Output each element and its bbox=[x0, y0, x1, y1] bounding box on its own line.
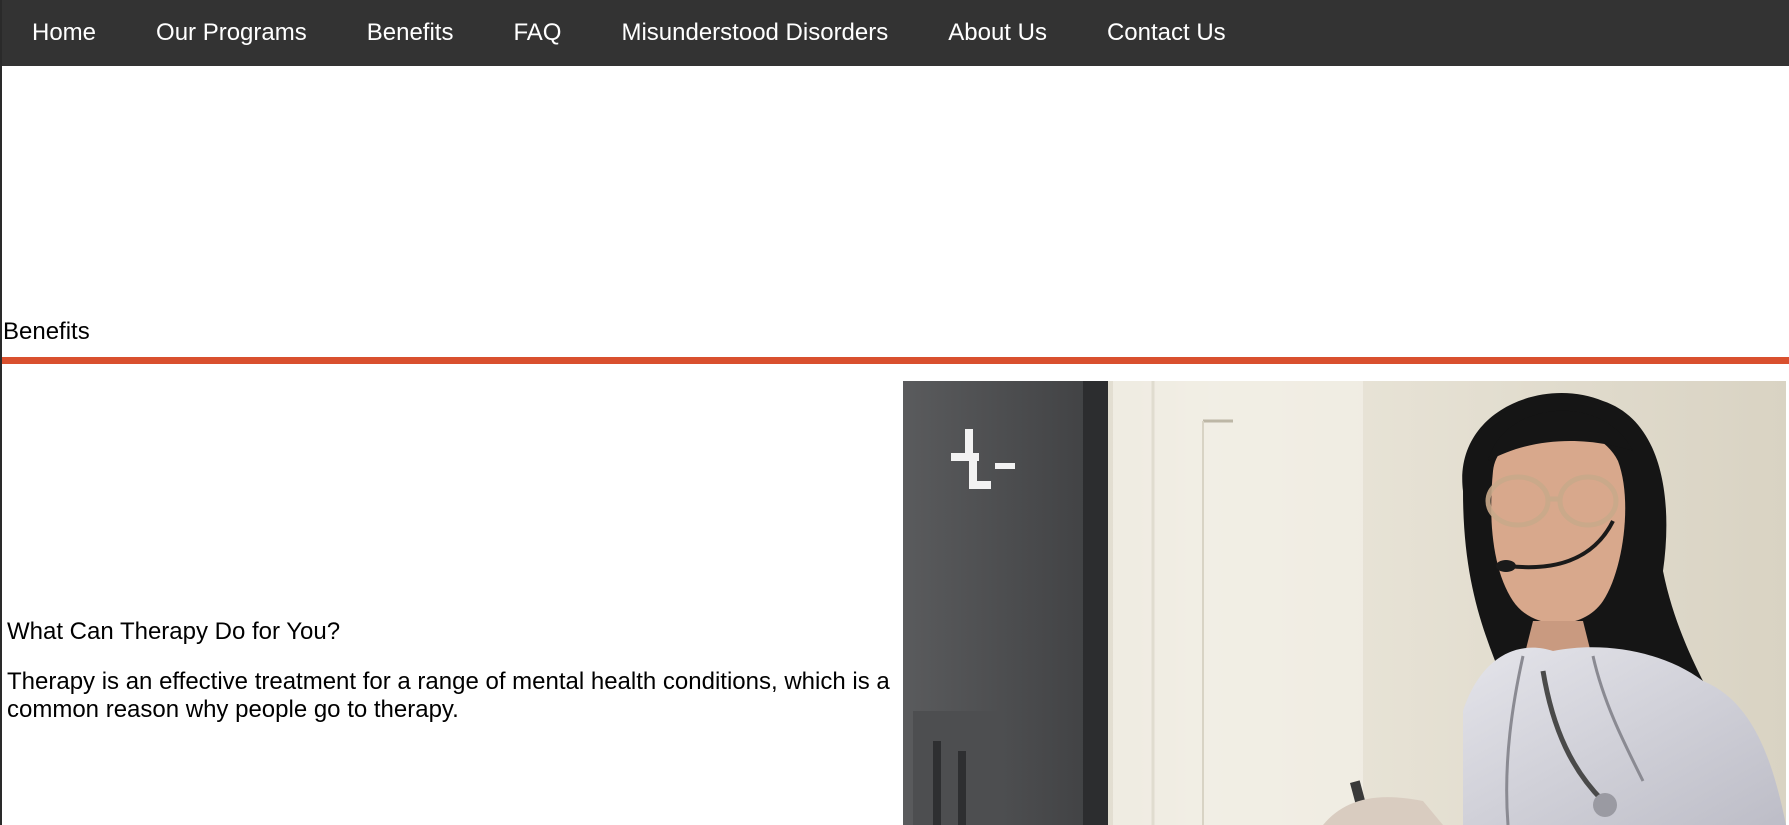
doctor-with-headset-photo bbox=[903, 381, 1786, 825]
main-navigation: Home Our Programs Benefits FAQ Misunders… bbox=[2, 0, 1789, 66]
section-divider bbox=[2, 357, 1789, 364]
nav-link-our-programs[interactable]: Our Programs bbox=[156, 19, 307, 47]
nav-link-benefits[interactable]: Benefits bbox=[367, 19, 454, 47]
content-text-block: What Can Therapy Do for You? Therapy is … bbox=[7, 618, 897, 724]
nav-link-faq[interactable]: FAQ bbox=[513, 19, 561, 47]
nav-link-misunderstood-disorders[interactable]: Misunderstood Disorders bbox=[621, 19, 888, 47]
photo-illustration bbox=[903, 381, 1786, 825]
nav-link-home[interactable]: Home bbox=[32, 19, 96, 47]
content-paragraph: Therapy is an effective treatment for a … bbox=[7, 668, 890, 723]
nav-link-about-us[interactable]: About Us bbox=[948, 19, 1047, 47]
nav-link-contact-us[interactable]: Contact Us bbox=[1107, 19, 1226, 47]
section-title: Benefits bbox=[3, 318, 90, 345]
content-heading: What Can Therapy Do for You? bbox=[7, 618, 341, 645]
